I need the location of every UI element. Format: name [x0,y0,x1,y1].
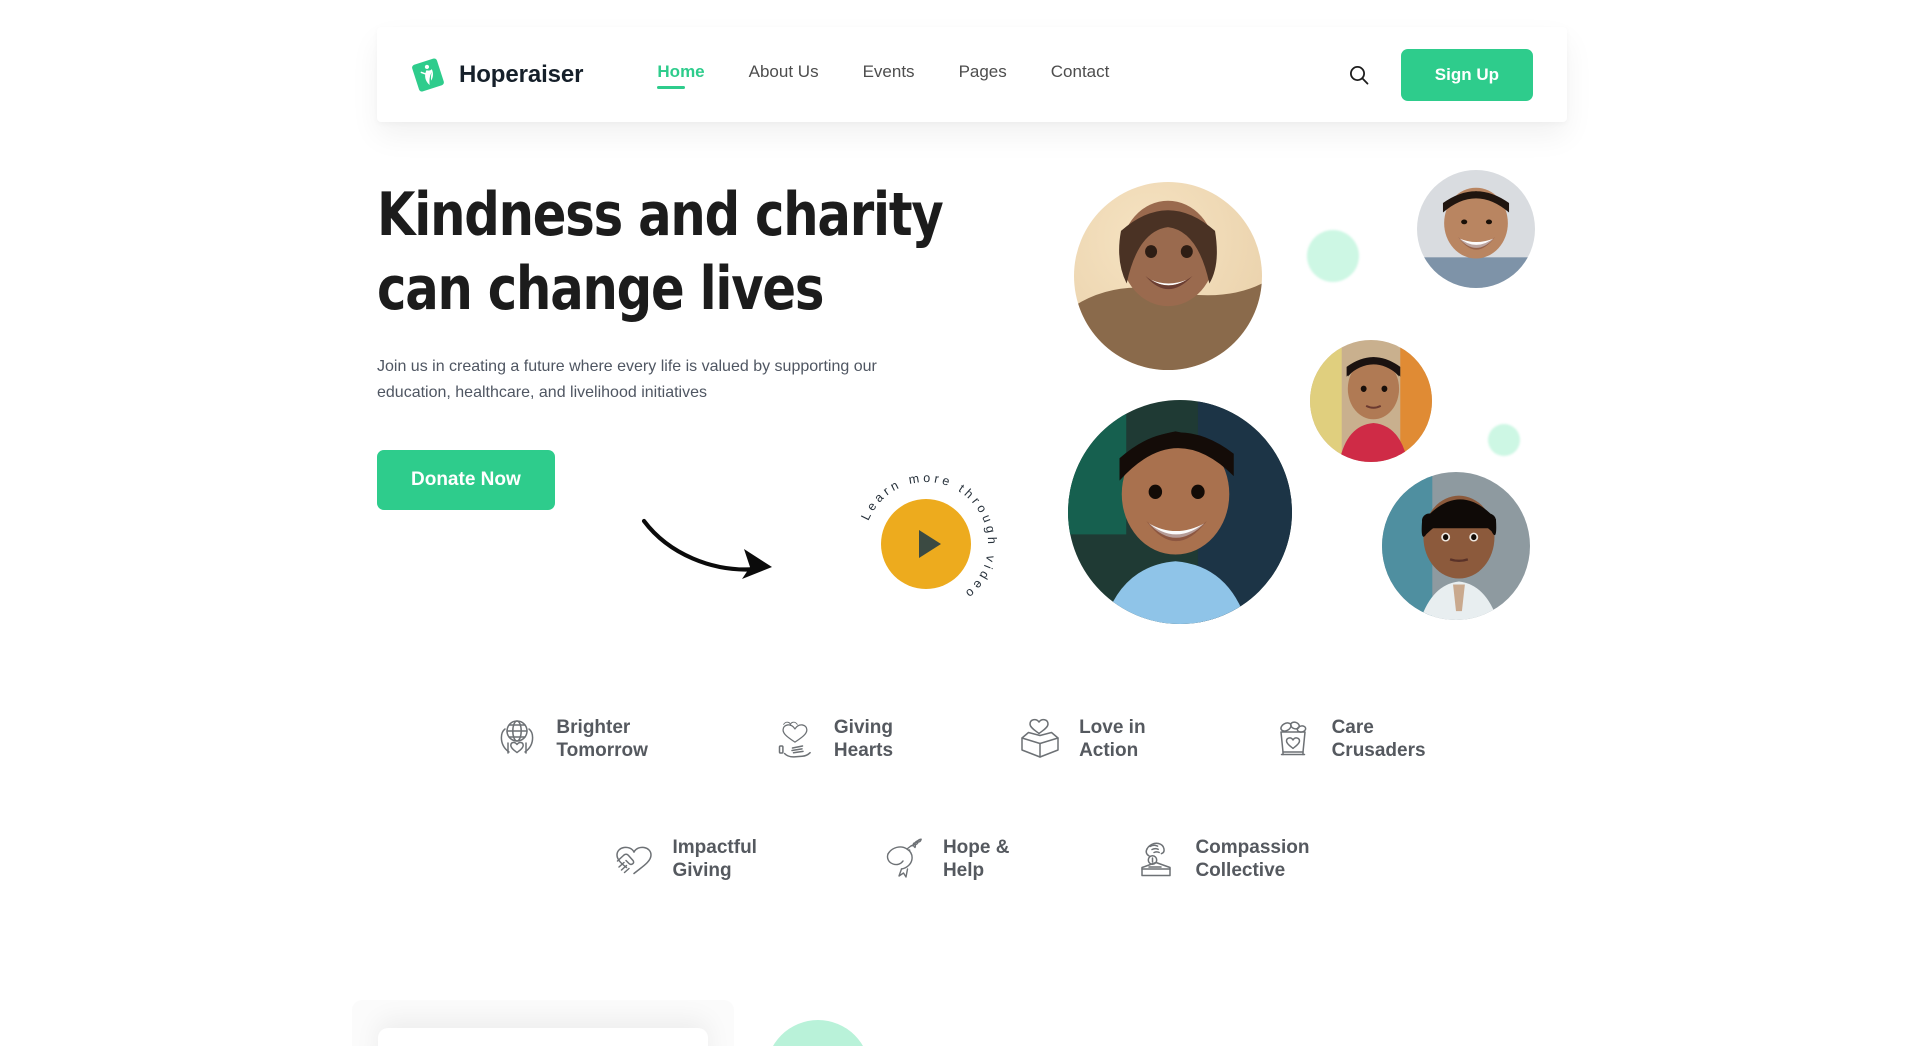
heart-box-icon [1017,716,1063,762]
nav-item-pages[interactable]: Pages [959,62,1007,87]
feature-row-1: Brighter Tomorrow Giving Hearts Love in … [0,716,1920,762]
nav-item-events[interactable]: Events [863,62,915,87]
photo-girl-red-shirt [1310,340,1432,462]
handshake-heart-icon [611,836,657,882]
feature-row-2: Impactful Giving Hope & Help Compassion … [0,836,1920,882]
nav-item-contact[interactable]: Contact [1051,62,1110,87]
feature-label: Care Crusaders [1331,717,1426,761]
feature-label: Giving Hearts [833,717,894,761]
next-section-decor-circle [766,1020,870,1046]
heart-in-hand-icon [772,716,818,762]
hero-photo-collage [1060,160,1580,640]
feature-label: Impactful Giving [672,837,757,881]
hand-coin-donation-box-icon [1133,836,1179,882]
photo-boy-laughing [1417,170,1535,288]
feature-care-crusaders[interactable]: Care Crusaders [1270,716,1426,762]
brand-logo[interactable]: Hoperaiser [410,57,584,93]
feature-label: Hope & Help [942,837,1010,881]
feature-brighter-tomorrow[interactable]: Brighter Tomorrow [494,716,648,762]
hero-title-line-1: Kindness and charity [377,180,944,250]
donate-now-button[interactable]: Donate Now [377,450,555,510]
feature-hope-and-help[interactable]: Hope & Help [881,836,1010,882]
hands-globe-heart-icon [494,716,540,762]
feature-impactful-giving[interactable]: Impactful Giving [611,836,757,882]
sign-up-button[interactable]: Sign Up [1400,48,1533,101]
video-play-circle[interactable] [881,499,971,589]
photo-boy-white-shirt [1382,472,1530,620]
search-icon[interactable] [1347,63,1371,87]
decor-circle-2 [1488,424,1520,456]
site-header: Hoperaiser Home About Us Events Pages Co… [377,27,1567,122]
hero-title-line-2: can change lives [377,254,824,324]
feature-love-in-action[interactable]: Love in Action [1017,716,1146,762]
learn-more-video-badge[interactable]: Learn more through video [855,473,997,615]
photo-toddler-blue-shirt [1068,400,1292,624]
hero-subtitle: Join us in creating a future where every… [377,358,877,401]
feature-label: Love in Action [1079,717,1146,761]
decor-circle-1 [1307,230,1359,282]
nav-item-home[interactable]: Home [657,62,705,89]
brand-name: Hoperaiser [459,60,584,88]
feature-giving-hearts[interactable]: Giving Hearts [772,716,893,762]
header-actions: Sign Up [1347,48,1533,101]
feature-label: Brighter Tomorrow [556,717,648,761]
dove-olive-branch-icon [881,836,927,882]
feature-list: Brighter Tomorrow Giving Hearts Love in … [0,716,1920,882]
food-basket-heart-icon [1270,716,1316,762]
feature-label: Compassion Collective [1195,837,1310,881]
main-nav: Home About Us Events Pages Contact [657,62,1110,89]
feature-compassion-collective[interactable]: Compassion Collective [1133,836,1309,882]
hero-title: Kindness and charity can change lives [377,178,947,326]
play-icon [918,530,941,558]
hero-section: Kindness and charity can change lives Jo… [377,178,997,510]
curved-arrow-icon [640,515,800,585]
hoperaiser-diamond-logo-icon [410,57,446,93]
next-section-card [378,1028,708,1046]
nav-item-about-us[interactable]: About Us [749,62,819,87]
photo-girl-brown-shawl [1074,182,1262,370]
